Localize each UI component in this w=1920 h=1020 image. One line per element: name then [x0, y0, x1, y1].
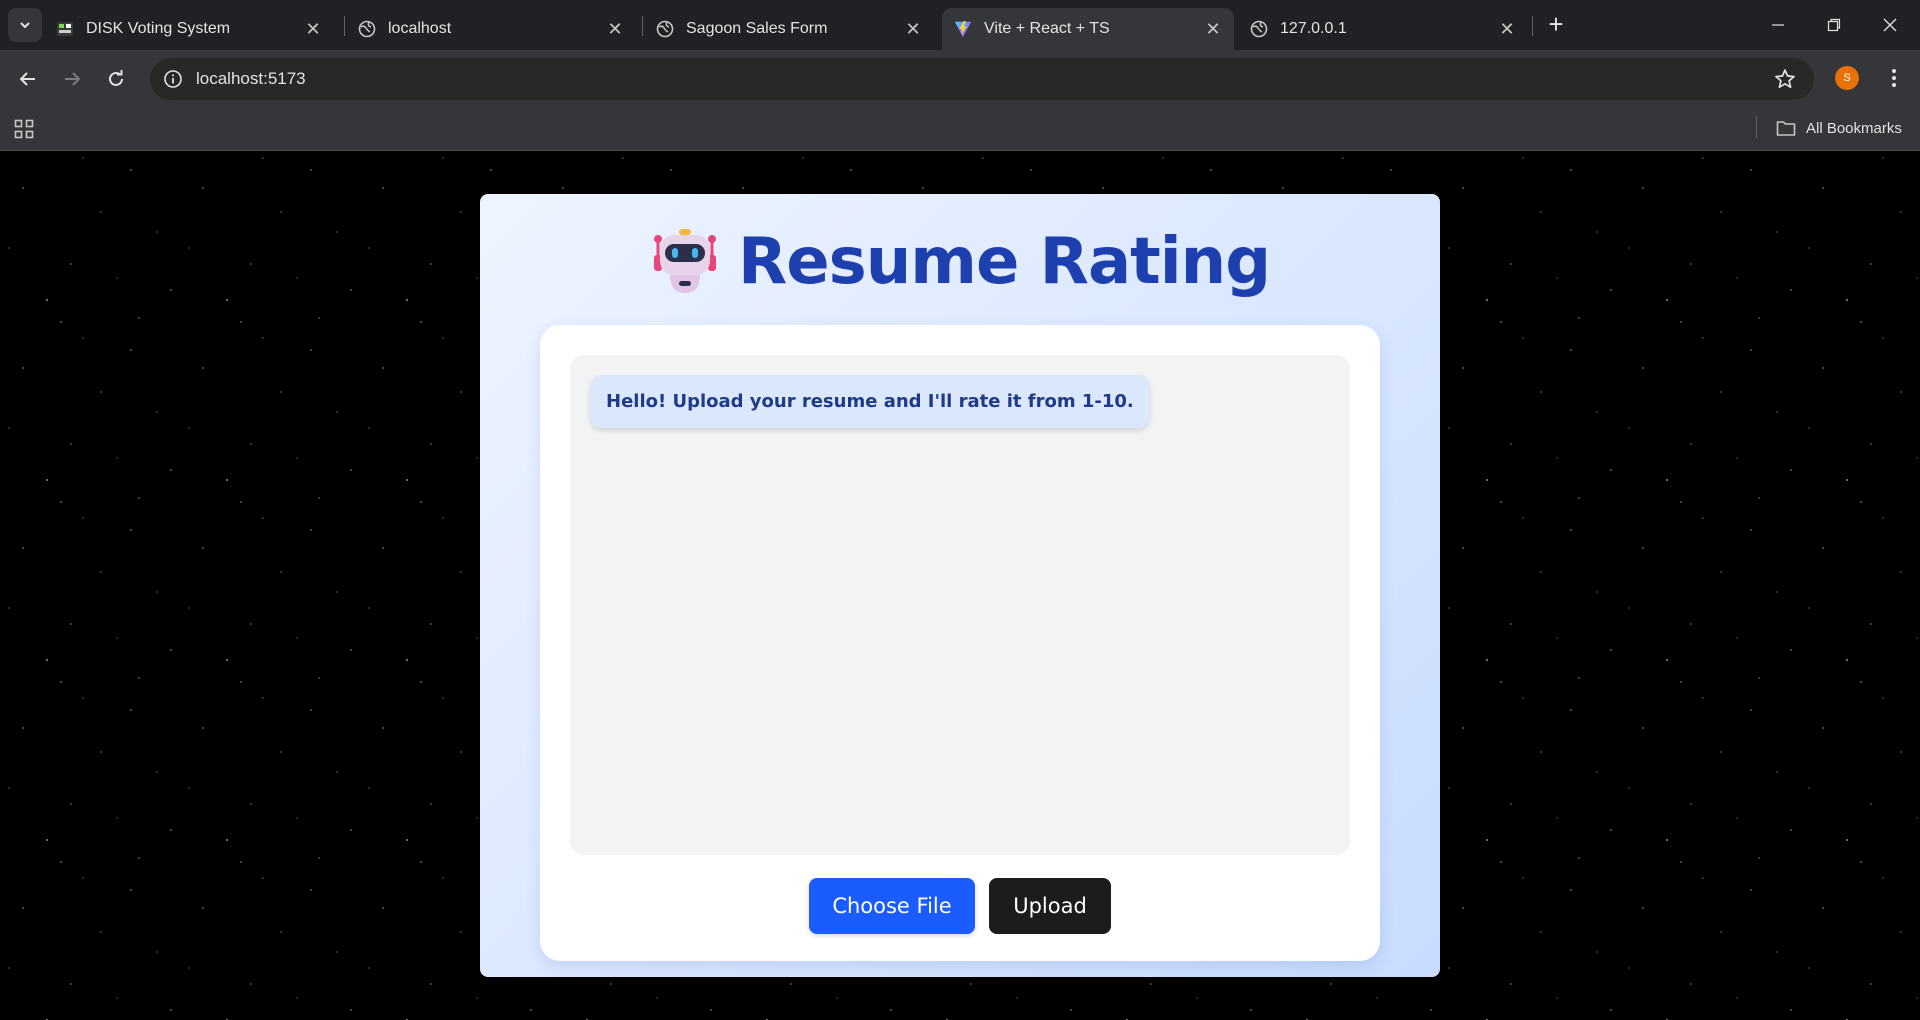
upload-button[interactable]: Upload	[989, 878, 1111, 934]
globe-icon	[656, 20, 674, 38]
choose-file-button[interactable]: Choose File	[809, 878, 975, 934]
reload-icon[interactable]	[100, 63, 132, 95]
close-icon[interactable]: ✕	[902, 18, 924, 40]
chat-messages-area: Hello! Upload your resume and I'll rate …	[570, 355, 1350, 855]
address-bar[interactable]: localhost:5173	[150, 58, 1814, 100]
tab-search-button[interactable]	[8, 8, 42, 42]
close-icon[interactable]: ✕	[302, 18, 324, 40]
url-text: localhost:5173	[196, 69, 306, 88]
tab-title: Vite + React + TS	[984, 20, 1110, 37]
chevron-down-icon	[20, 22, 30, 29]
page-viewport: Resume Rating Hello! Upload your resume …	[0, 151, 1920, 1020]
robot-icon	[650, 227, 720, 297]
forward-arrow-icon[interactable]	[56, 63, 88, 95]
tab-title: 127.0.0.1	[1280, 20, 1347, 37]
folder-icon	[1776, 121, 1796, 136]
all-bookmarks-label: All Bookmarks	[1806, 119, 1902, 137]
new-tab-plus-icon[interactable]: +	[1542, 9, 1570, 39]
site-info-icon[interactable]	[152, 69, 194, 89]
resume-rating-card: Resume Rating Hello! Upload your resume …	[480, 194, 1440, 977]
globe-icon	[1250, 20, 1268, 38]
back-arrow-icon[interactable]	[12, 63, 44, 95]
tab-title: Sagoon Sales Form	[686, 20, 828, 37]
tab-title: localhost	[388, 20, 452, 37]
globe-icon	[358, 20, 376, 38]
tab-disk-voting[interactable]: DISK Voting System ✕	[56, 8, 334, 50]
tab-sagoon-sales[interactable]: Sagoon Sales Form ✕	[656, 8, 934, 50]
tab-title: DISK Voting System	[86, 20, 231, 37]
browser-toolbar: localhost:5173	[0, 50, 1920, 108]
restore-icon[interactable]	[1806, 0, 1862, 50]
tab-strip: DISK Voting System ✕ localhost ✕ Sagoon …	[0, 0, 1920, 50]
apps-grid-icon[interactable]	[14, 119, 34, 144]
tab-127-0-0-1[interactable]: 127.0.0.1 ✕	[1250, 8, 1528, 50]
disk-favicon	[56, 20, 74, 38]
bookmarks-bar: All Bookmarks	[0, 108, 1920, 151]
profile-avatar[interactable]: S	[1835, 66, 1859, 90]
more-menu-icon[interactable]	[1882, 64, 1906, 92]
page-heading: Resume Rating	[480, 222, 1440, 302]
tab-localhost[interactable]: localhost ✕	[358, 8, 636, 50]
vite-icon	[954, 20, 972, 38]
close-icon[interactable]: ✕	[604, 18, 626, 40]
tab-divider	[642, 16, 643, 36]
tab-divider	[1532, 16, 1533, 36]
tab-divider	[344, 16, 345, 36]
chat-panel: Hello! Upload your resume and I'll rate …	[540, 325, 1380, 961]
bookmarks-divider	[1756, 116, 1757, 138]
close-icon[interactable]: ✕	[1496, 18, 1518, 40]
tab-vite-react-active[interactable]: Vite + React + TS ✕	[942, 8, 1234, 50]
window-close-icon[interactable]	[1862, 0, 1918, 50]
all-bookmarks-button[interactable]: All Bookmarks	[1776, 113, 1902, 143]
close-icon[interactable]: ✕	[1202, 18, 1224, 40]
bot-message-bubble: Hello! Upload your resume and I'll rate …	[590, 375, 1150, 428]
bookmark-star-icon[interactable]	[1774, 68, 1796, 95]
page-title: Resume Rating	[737, 225, 1271, 299]
minimize-icon[interactable]	[1750, 0, 1806, 50]
